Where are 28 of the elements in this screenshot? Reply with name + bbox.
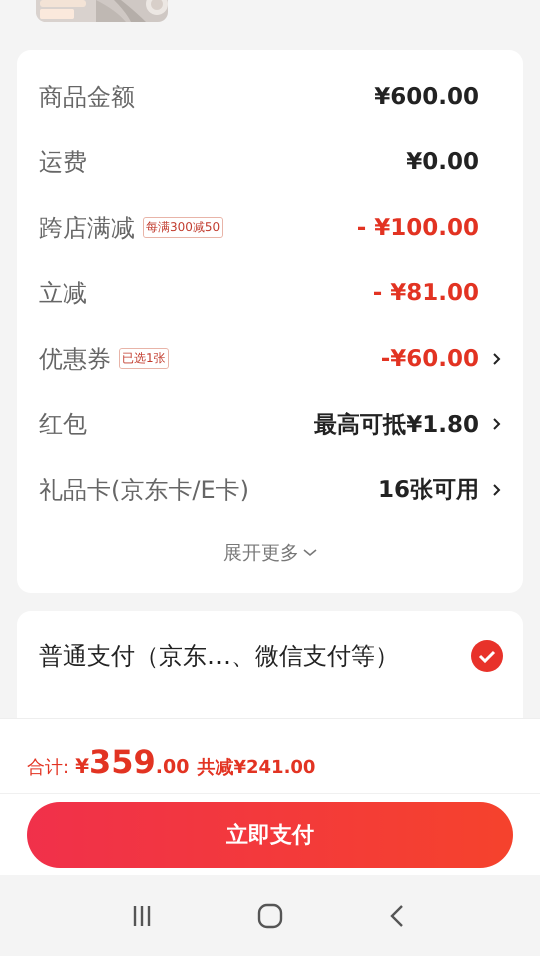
row-label: 礼品卡(京东卡/E卡) bbox=[39, 474, 249, 506]
row-label: 运费 bbox=[39, 147, 87, 178]
chevron-icon[interactable] bbox=[491, 482, 501, 498]
row-value: ¥0.00 bbox=[406, 149, 479, 176]
row-value: 16张可用 bbox=[378, 476, 479, 506]
row-value: ¥600.00 bbox=[374, 84, 479, 110]
expand-more-button[interactable]: 展开更多 bbox=[223, 540, 317, 566]
chevron-icon[interactable] bbox=[491, 416, 501, 432]
row-label: 商品金额 bbox=[39, 82, 135, 113]
chevron-icon[interactable] bbox=[491, 350, 501, 367]
payment-option-label: 普通支付（京东…、微信支付等） bbox=[39, 640, 400, 672]
total-label: 合计: bbox=[27, 756, 70, 779]
home-icon[interactable] bbox=[256, 902, 284, 930]
discount-total: 共减¥241.00 bbox=[197, 756, 316, 779]
promo-tag: 已选1张 bbox=[119, 348, 169, 370]
total-amount: ¥359.00 bbox=[75, 743, 190, 781]
row-value: - ¥81.00 bbox=[372, 280, 479, 306]
pay-now-button[interactable]: 立即支付 bbox=[27, 802, 513, 868]
promo-tag: 每满300减50 bbox=[143, 217, 224, 238]
row-value: - ¥100.00 bbox=[356, 214, 479, 241]
row-label: 优惠券 bbox=[39, 344, 111, 375]
row-value: 最高可抵¥1.80 bbox=[314, 410, 479, 440]
row-value: -¥60.00 bbox=[380, 346, 479, 372]
row-label: 红包 bbox=[39, 409, 87, 440]
chevron-down-icon bbox=[303, 548, 317, 556]
row-label: 立减 bbox=[39, 278, 87, 310]
radio-button[interactable] bbox=[471, 640, 503, 672]
row-label: 跨店满减 bbox=[39, 212, 135, 244]
